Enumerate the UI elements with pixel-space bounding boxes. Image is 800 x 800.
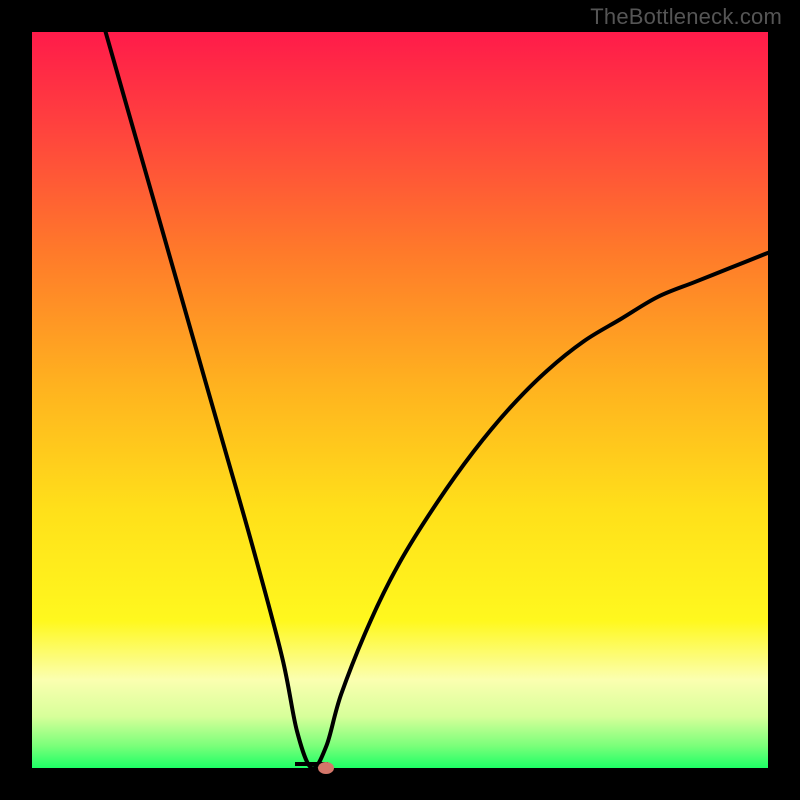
current-point-marker (318, 762, 334, 774)
watermark-text: TheBottleneck.com (590, 4, 782, 30)
bottleneck-curve (32, 32, 768, 768)
chart-root: TheBottleneck.com (0, 0, 800, 800)
plot-area (32, 32, 768, 768)
